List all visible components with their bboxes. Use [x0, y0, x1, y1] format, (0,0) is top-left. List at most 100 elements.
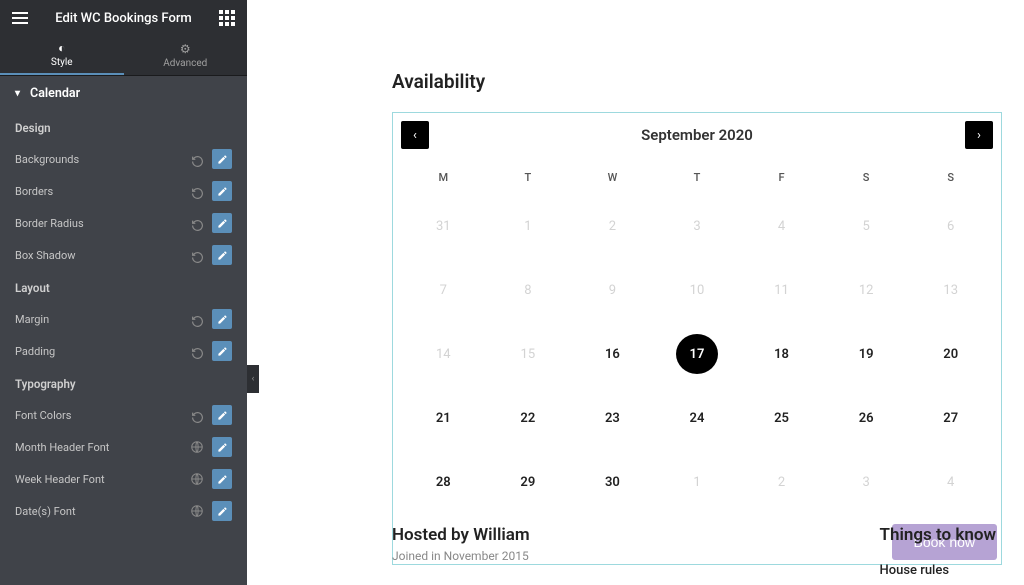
calendar-day[interactable]: 16: [570, 322, 655, 386]
widgets-grid-icon[interactable]: [219, 10, 235, 26]
prop-row-border_radius: Border Radius: [0, 207, 247, 239]
prop-row-dates_font: Date(s) Font: [0, 495, 247, 527]
prop-label-margin: Margin: [15, 313, 49, 326]
calendar-day[interactable]: 29: [486, 450, 571, 514]
calendar-day: 9: [570, 258, 655, 322]
editor-sidebar: Edit WC Bookings Form ◐ Style ⚙ Advanced…: [0, 0, 247, 585]
prop-row-font_colors: Font Colors: [0, 399, 247, 431]
calendar-day-number: 17: [676, 334, 718, 374]
things-section: Things to know House rules: [880, 525, 996, 578]
calendar-day[interactable]: 27: [908, 386, 993, 450]
prop-label-month_header_font: Month Header Font: [15, 441, 109, 454]
calendar-day[interactable]: 20: [908, 322, 993, 386]
calendar-day: 1: [655, 450, 740, 514]
prop-actions: [191, 405, 232, 425]
accordion-calendar[interactable]: ▾ Calendar: [0, 76, 247, 111]
calendar-widget: ‹ September 2020 › MTWTFSS31123456789101…: [392, 112, 1002, 565]
calendar-day[interactable]: 17: [655, 322, 740, 386]
edit-button[interactable]: [212, 213, 232, 233]
gear-icon: ⚙: [180, 42, 191, 56]
calendar-day-number: 2: [591, 206, 633, 246]
calendar-day-number: 4: [930, 462, 972, 502]
calendar-day[interactable]: 22: [486, 386, 571, 450]
reset-icon[interactable]: [191, 313, 204, 326]
prop-actions: [191, 341, 232, 361]
prop-actions: [190, 437, 232, 457]
calendar-day[interactable]: 30: [570, 450, 655, 514]
hamburger-icon[interactable]: [12, 12, 28, 24]
calendar-day: 1: [486, 194, 571, 258]
calendar-day-number: 19: [845, 334, 887, 374]
reset-icon[interactable]: [191, 153, 204, 166]
weekday-header: W: [570, 157, 655, 194]
calendar-day-number: 10: [676, 270, 718, 310]
calendar-day[interactable]: 28: [401, 450, 486, 514]
half-circle-icon: ◐: [58, 41, 65, 55]
reset-icon[interactable]: [191, 185, 204, 198]
prev-month-button[interactable]: ‹: [401, 121, 429, 149]
calendar-day: 11: [739, 258, 824, 322]
hosted-section: Hosted by William Joined in November 201…: [392, 525, 530, 563]
edit-button[interactable]: [212, 245, 232, 265]
calendar-day-number: 3: [845, 462, 887, 502]
calendar-day: 10: [655, 258, 740, 322]
calendar-day-number: 2: [761, 462, 803, 502]
section-layout-label: Layout: [0, 271, 247, 303]
calendar-day-number: 29: [507, 462, 549, 502]
calendar-day[interactable]: 26: [824, 386, 909, 450]
tab-label: Style: [51, 57, 73, 68]
calendar-day[interactable]: 24: [655, 386, 740, 450]
prop-label-box_shadow: Box Shadow: [15, 249, 76, 262]
calendar-day: 4: [908, 450, 993, 514]
month-header: September 2020: [393, 126, 1001, 144]
calendar-day: 3: [655, 194, 740, 258]
next-month-button[interactable]: ›: [965, 121, 993, 149]
edit-button[interactable]: [212, 405, 232, 425]
calendar-day[interactable]: 19: [824, 322, 909, 386]
edit-button[interactable]: [212, 501, 232, 521]
weekday-header: T: [486, 157, 571, 194]
edit-button[interactable]: [212, 181, 232, 201]
calendar-day-number: 11: [761, 270, 803, 310]
prop-actions: [191, 245, 232, 265]
edit-button[interactable]: [212, 437, 232, 457]
calendar-day-number: 16: [591, 334, 633, 374]
edit-button[interactable]: [212, 149, 232, 169]
house-rules-heading: House rules: [880, 563, 996, 578]
prop-row-borders: Borders: [0, 175, 247, 207]
calendar-day[interactable]: 21: [401, 386, 486, 450]
calendar-day[interactable]: 25: [739, 386, 824, 450]
reset-icon[interactable]: [191, 217, 204, 230]
caret-down-icon: ▾: [15, 88, 20, 99]
globe-icon[interactable]: [190, 504, 204, 518]
edit-button[interactable]: [212, 309, 232, 329]
prop-actions: [191, 213, 232, 233]
globe-icon[interactable]: [190, 440, 204, 454]
calendar-day: 15: [486, 322, 571, 386]
hosted-subtitle: Joined in November 2015: [392, 549, 530, 563]
edit-button[interactable]: [212, 341, 232, 361]
calendar-day[interactable]: 23: [570, 386, 655, 450]
calendar-day: 7: [401, 258, 486, 322]
globe-icon[interactable]: [190, 472, 204, 486]
weekday-header: S: [908, 157, 993, 194]
tab-style[interactable]: ◐ Style: [0, 36, 124, 75]
reset-icon[interactable]: [191, 249, 204, 262]
hosted-title: Hosted by William: [392, 525, 530, 545]
section-design-label: Design: [0, 111, 247, 143]
settings-tabs: ◐ Style ⚙ Advanced: [0, 36, 247, 76]
section-typography-label: Typography: [0, 367, 247, 399]
prop-actions: [191, 149, 232, 169]
reset-icon[interactable]: [191, 409, 204, 422]
calendar-day[interactable]: 18: [739, 322, 824, 386]
calendar-day-number: 21: [422, 398, 464, 438]
calendar-day-number: 4: [761, 206, 803, 246]
reset-icon[interactable]: [191, 345, 204, 358]
tab-advanced[interactable]: ⚙ Advanced: [124, 36, 248, 75]
calendar-day-number: 15: [507, 334, 549, 374]
edit-button[interactable]: [212, 469, 232, 489]
calendar-day: 3: [824, 450, 909, 514]
calendar-day: 8: [486, 258, 571, 322]
calendar-day-number: 28: [422, 462, 464, 502]
prop-label-week_header_font: Week Header Font: [15, 473, 105, 486]
